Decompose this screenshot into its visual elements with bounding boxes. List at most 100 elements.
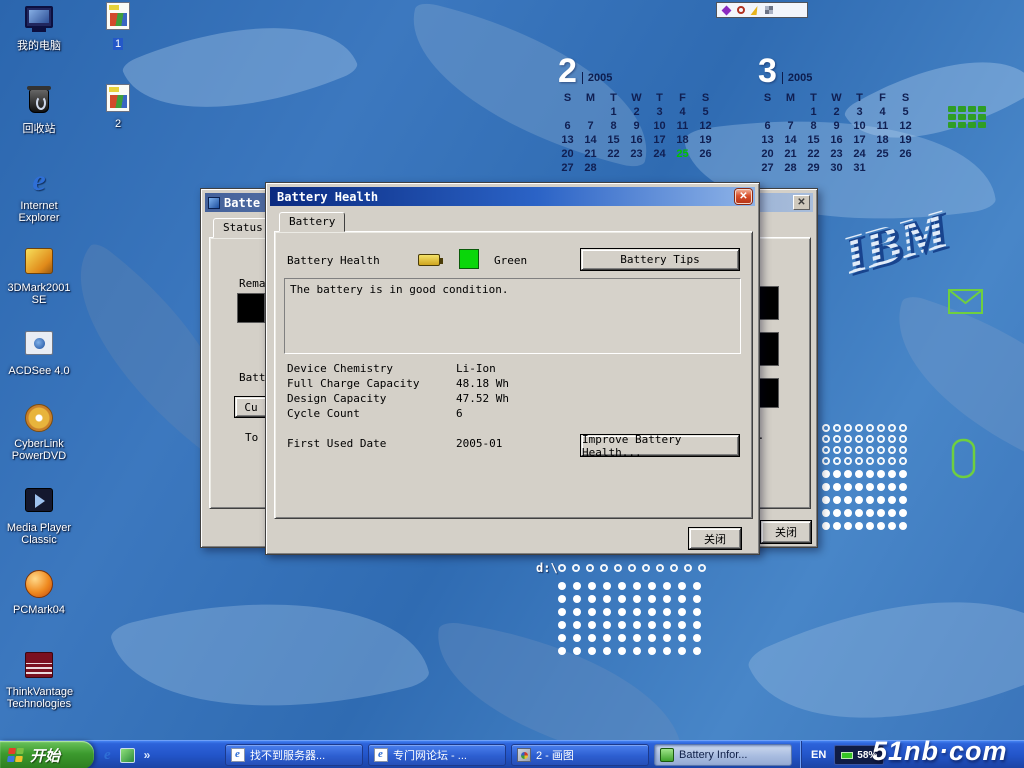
record-icon[interactable] (737, 6, 745, 14)
wallpaper-dot (888, 509, 896, 517)
start-label: 开始 (30, 745, 60, 766)
wallpaper-dot (888, 424, 896, 432)
desktop-icon-my-computer[interactable]: 我的电脑 (6, 6, 72, 52)
wallpaper-dot (633, 582, 641, 590)
wallpaper-dot (628, 564, 636, 572)
wallpaper-dot (877, 509, 885, 517)
wallpaper-dot (888, 522, 896, 530)
wallpaper-dot (678, 647, 686, 655)
close-button[interactable]: ✕ (793, 195, 810, 210)
tab-battery[interactable]: Battery (279, 212, 345, 232)
tab-status[interactable]: Status (213, 218, 273, 238)
wallpaper-dot (866, 470, 874, 478)
wallpaper-dot (855, 446, 863, 454)
bolt-icon[interactable] (751, 6, 760, 15)
health-label: Battery Health (287, 254, 380, 267)
wallpaper-dot (618, 582, 626, 590)
desktop-icon-media-player-classic[interactable]: Media Player Classic (6, 486, 72, 546)
language-indicator[interactable]: EN (811, 749, 826, 761)
taskbar-item-ie-2[interactable]: 专门网论坛 - ... (368, 744, 506, 766)
calendar-cell: 3 (648, 106, 671, 120)
battery-icon (660, 748, 674, 762)
desktop-icon-pcmark04[interactable]: PCMark04 (6, 568, 72, 616)
icon-label: CyberLink PowerDVD (6, 438, 72, 462)
current-button[interactable]: Cu (235, 397, 267, 417)
wallpaper-dot (684, 564, 692, 572)
close-window-button[interactable]: 关闭 (761, 521, 811, 543)
wallpaper-dot (899, 435, 907, 443)
calendar-year: 2005 (782, 72, 812, 84)
wallpaper-dot (877, 424, 885, 432)
wallpaper-dot (633, 608, 641, 616)
taskbar-item-ie-1[interactable]: 找不到服务器... (225, 744, 363, 766)
internet-explorer-icon: e (23, 166, 55, 198)
ie-quicklaunch-icon[interactable]: e (104, 748, 111, 763)
diamond-icon[interactable] (722, 5, 732, 15)
wallpaper-dot (588, 595, 596, 603)
calendar-february-2005: 2 2005 SMTWTFS12345678910111213141516171… (556, 52, 726, 176)
taskbar-item-paint[interactable]: 2 - 画图 (511, 744, 649, 766)
wallpaper-dot (866, 424, 874, 432)
condition-textbox: The battery is in good condition. (284, 278, 741, 354)
wallpaper-dot (822, 496, 830, 504)
close-dialog-button[interactable]: 关闭 (689, 528, 741, 549)
calendar-cell: 5 (894, 106, 917, 120)
wallpaper-dot (603, 608, 611, 616)
field-value: 47.52 Wh (456, 392, 509, 405)
desktop-icon-acdsee[interactable]: ACDSee 4.0 (6, 328, 72, 377)
wallpaper-dot (663, 595, 671, 603)
calendar-cell (894, 162, 917, 176)
calendar-cell: 3 (848, 106, 871, 120)
calendar-cell: 8 (802, 120, 825, 134)
calendar-cell: 20 (556, 148, 579, 162)
wallpaper-dot (573, 621, 581, 629)
close-button[interactable]: ✕ (735, 189, 752, 204)
media-quicklaunch-icon[interactable] (120, 748, 135, 763)
health-status: Green (494, 254, 527, 267)
calendar-cell: 10 (848, 120, 871, 134)
calendar-cell (694, 162, 717, 176)
calendar-cell: 15 (802, 134, 825, 148)
improve-battery-health-button[interactable]: Improve Battery Health... (581, 435, 739, 456)
wallpaper-dot (866, 457, 874, 465)
wallpaper-dot (888, 483, 896, 491)
wallpaper-dot (822, 483, 830, 491)
wallpaper-dot (603, 621, 611, 629)
wallpaper-ring-grid (822, 424, 910, 468)
wallpaper-dot (877, 522, 885, 530)
dialog-title: Battery Health (277, 190, 378, 204)
field-value: 6 (456, 407, 463, 420)
wallpaper-dot (618, 621, 626, 629)
wallpaper-dot (888, 435, 896, 443)
wallpaper-dot (618, 634, 626, 642)
calendar-grid: SMTWTFS123456789101112131415161718192021… (556, 92, 726, 176)
desktop-icon-powerdvd[interactable]: CyberLink PowerDVD (6, 402, 72, 462)
icon-label: 我的电脑 (6, 40, 72, 52)
desktop-icon-recycle-bin[interactable]: 回收站 (6, 86, 72, 135)
desktop-icon-thinkvantage[interactable]: ThinkVantage Technologies (6, 650, 72, 710)
start-button[interactable]: 开始 (0, 741, 94, 768)
grid-icon[interactable] (765, 6, 773, 14)
my-computer-icon (23, 6, 55, 38)
svg-text:IBM: IBM (835, 198, 955, 285)
desktop-icon-internet-explorer[interactable]: e Internet Explorer (6, 166, 72, 224)
desktop-file-2[interactable]: 2 (96, 84, 140, 130)
taskbar-item-battery-information[interactable]: Battery Infor... (654, 744, 792, 766)
wallpaper-dot-grid (822, 470, 910, 535)
wallpaper-dot (822, 435, 830, 443)
field-label: Full Charge Capacity (287, 377, 419, 390)
desktop-icon-3dmark2001[interactable]: 3DMark2001 SE (6, 246, 72, 306)
wallpaper-dot (618, 608, 626, 616)
wallpaper-dot (678, 608, 686, 616)
wallpaper-dot (586, 564, 594, 572)
wallpaper-dot (877, 457, 885, 465)
wallpaper-dot (678, 582, 686, 590)
calendar-cell: 8 (602, 120, 625, 134)
battery-tips-button[interactable]: Battery Tips (581, 249, 739, 270)
calendar-cell: 15 (602, 134, 625, 148)
calendar-cell: 28 (779, 162, 802, 176)
wallpaper-dot (833, 424, 841, 432)
desktop-file-1[interactable]: 1 (96, 2, 140, 52)
calendar-cell: 21 (579, 148, 602, 162)
chevron-icon[interactable]: » (144, 748, 151, 762)
